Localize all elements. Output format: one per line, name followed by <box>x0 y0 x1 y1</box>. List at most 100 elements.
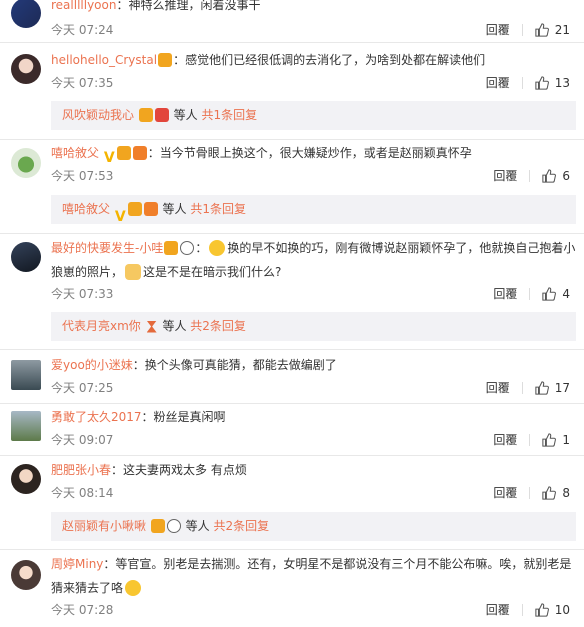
divider <box>529 169 531 182</box>
like-count: 17 <box>554 380 570 395</box>
grin-emoji-icon <box>125 579 142 596</box>
badge-icon <box>127 201 142 216</box>
reply-preview[interactable]: 赵丽颖有小啾啾 等人 共2条回复 <box>51 512 576 541</box>
timestamp: 今天 08:14 <box>51 486 114 500</box>
thumbs-up-icon <box>542 485 557 500</box>
timestamp: 今天 07:28 <box>51 603 114 617</box>
reply-button[interactable]: 回覆 <box>493 484 517 501</box>
comment-text: ：粉丝是真闲啊 <box>141 410 226 424</box>
avatar[interactable] <box>11 360 41 390</box>
reply-button[interactable]: 回覆 <box>493 431 517 448</box>
divider <box>521 23 523 36</box>
like-count: 8 <box>562 485 570 500</box>
panda-icon <box>180 240 195 255</box>
comment-text: ：这夫妻两戏太多 有点烦 <box>111 463 247 477</box>
avatar[interactable] <box>11 242 41 272</box>
timestamp: 今天 07:35 <box>51 76 114 90</box>
reply-preview[interactable]: 嘻哈敘父 V 等人 共1条回复 <box>51 195 576 225</box>
like-button[interactable]: 21 <box>535 23 570 37</box>
username-link[interactable]: 最好的快要发生-小哇 <box>51 241 163 255</box>
divider <box>0 233 584 234</box>
like-button[interactable]: 8 <box>542 486 570 500</box>
divider <box>0 455 584 456</box>
like-count: 21 <box>554 22 570 37</box>
reply-count-link[interactable]: 共2条回复 <box>214 519 270 533</box>
reply-username[interactable]: 风吹颖动我心 <box>62 108 134 122</box>
timestamp: 今天 07:24 <box>51 23 114 37</box>
reply-button[interactable]: 回覆 <box>486 74 510 91</box>
reply-button[interactable]: 回覆 <box>486 601 510 618</box>
hourglass-icon <box>146 320 157 333</box>
username-link[interactable]: 周婷Miny <box>51 557 103 571</box>
reply-mid-text: 等人 <box>185 519 210 533</box>
reply-mid-text: 等人 <box>162 202 187 216</box>
username-link[interactable]: 爱yoo的小迷妹 <box>51 358 133 372</box>
divider <box>521 76 523 89</box>
like-button[interactable]: 6 <box>542 169 570 183</box>
badge-icon <box>143 201 158 216</box>
badge-icon <box>164 240 179 255</box>
username-link[interactable]: hellohello_Crystal <box>51 53 157 67</box>
like-button[interactable]: 17 <box>535 381 570 395</box>
reply-username[interactable]: 代表月亮xm你 <box>62 319 141 333</box>
divider <box>529 486 531 499</box>
thumbs-up-icon <box>542 286 557 301</box>
reply-button[interactable]: 回覆 <box>486 379 510 396</box>
panda-icon <box>166 518 181 533</box>
like-count: 10 <box>554 602 570 617</box>
avatar[interactable] <box>11 411 41 441</box>
reply-button[interactable]: 回覆 <box>493 167 517 184</box>
reply-count-link[interactable]: 共1条回复 <box>202 108 258 122</box>
divider <box>529 287 531 300</box>
reply-count-link[interactable]: 共1条回复 <box>190 202 246 216</box>
reply-username[interactable]: 赵丽颖有小啾啾 <box>62 519 146 533</box>
badge-icon <box>154 107 169 122</box>
divider <box>0 42 584 43</box>
badge-icon <box>158 52 173 67</box>
timestamp: 今天 09:07 <box>51 433 114 447</box>
like-button[interactable]: 10 <box>535 603 570 617</box>
reply-count-link[interactable]: 共2条回复 <box>190 319 246 333</box>
reply-username[interactable]: 嘻哈敘父 <box>62 202 110 216</box>
like-count: 6 <box>562 168 570 183</box>
comment-text: ：换个头像可真能猜，都能去做编剧了 <box>132 358 337 372</box>
thumbs-up-icon <box>542 432 557 447</box>
like-count: 1 <box>562 432 570 447</box>
timestamp: 今天 07:33 <box>51 287 114 301</box>
username-link[interactable]: 勇敢了太久2017 <box>51 410 142 424</box>
username-link[interactable]: 肥肥张小春 <box>51 463 111 477</box>
username-link[interactable]: realllllyoon <box>51 0 116 12</box>
comment-text: 这是不是在暗示我们什么? <box>143 265 282 279</box>
avatar[interactable] <box>11 148 41 178</box>
thumbs-up-icon <box>535 380 549 395</box>
divider <box>529 433 531 446</box>
avatar[interactable] <box>11 0 41 28</box>
badge-icon <box>132 145 147 160</box>
avatar[interactable] <box>11 54 41 84</box>
timestamp: 今天 07:25 <box>51 381 114 395</box>
reply-preview[interactable]: 代表月亮xm你 等人 共2条回复 <box>51 312 576 341</box>
comment-text: ：神特么推理，闲着没事干 <box>116 0 261 12</box>
like-count: 13 <box>554 75 570 90</box>
reply-button[interactable]: 回覆 <box>486 21 510 38</box>
badge-icon <box>138 107 153 122</box>
thumbs-up-icon <box>542 168 557 183</box>
username-link[interactable]: 嘻哈敘父 <box>51 146 99 160</box>
verified-icon: V <box>103 149 115 166</box>
thumbs-up-icon <box>535 75 549 90</box>
thumbs-up-icon <box>535 602 549 617</box>
badge-icon <box>150 518 165 533</box>
reply-preview[interactable]: 风吹颖动我心 等人 共1条回复 <box>51 101 576 130</box>
like-button[interactable]: 1 <box>542 433 570 447</box>
divider <box>0 139 584 140</box>
like-button[interactable]: 13 <box>535 76 570 90</box>
avatar[interactable] <box>11 560 41 590</box>
divider <box>521 603 523 616</box>
reply-button[interactable]: 回覆 <box>493 285 517 302</box>
like-button[interactable]: 4 <box>542 287 570 301</box>
emoji-icon <box>209 239 226 256</box>
comment-text: ：感觉他们已经很低调的去消化了，为啥到处都在解读他们 <box>173 53 486 67</box>
avatar[interactable] <box>11 464 41 494</box>
thumbs-up-icon <box>535 22 549 37</box>
divider <box>0 549 584 550</box>
